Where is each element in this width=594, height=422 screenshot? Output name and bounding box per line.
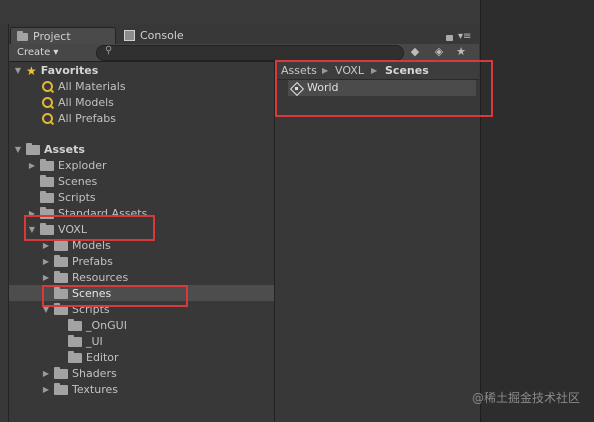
- folder-icon: [54, 255, 68, 267]
- tree-item-all-materials[interactable]: All Materials: [42, 79, 126, 95]
- tree-item-prefabs[interactable]: ▶ Prefabs: [42, 254, 113, 270]
- collapse-arrow-icon[interactable]: ▶: [28, 158, 36, 174]
- expand-arrow-icon[interactable]: ▼: [14, 63, 22, 79]
- highlight-box: [24, 215, 155, 241]
- search-filter-icon: [42, 81, 54, 93]
- tree-item-label: All Prefabs: [58, 112, 116, 125]
- folder-icon: [40, 191, 54, 203]
- search-filter-icon: [42, 97, 54, 109]
- tree-item-assets[interactable]: ▼ Assets: [14, 142, 85, 158]
- collapse-arrow-icon[interactable]: ▶: [42, 366, 50, 382]
- filter-by-label-icon[interactable]: ◈: [431, 45, 447, 59]
- tree-item-label: Scripts: [58, 191, 96, 204]
- watermark: @稀土掘金技术社区: [471, 391, 580, 405]
- tree-item-all-prefabs[interactable]: All Prefabs: [42, 111, 116, 127]
- tree-item-label: _OnGUI: [86, 319, 127, 332]
- tree-item-label: Editor: [86, 351, 119, 364]
- expand-arrow-icon[interactable]: ▼: [14, 142, 22, 158]
- tab-project-label: Project: [33, 30, 71, 43]
- tree-item-label: Favorites: [40, 64, 99, 77]
- folder-icon: [68, 319, 82, 331]
- tree-item-exploder[interactable]: ▶ Exploder: [28, 158, 107, 174]
- lock-icon[interactable]: [446, 31, 453, 44]
- tree-item-textures[interactable]: ▶ Textures: [42, 382, 118, 398]
- tab-project[interactable]: Project: [10, 27, 116, 45]
- search-filter-icon: [42, 113, 54, 125]
- folder-icon: [68, 351, 82, 363]
- highlight-box: [42, 285, 188, 307]
- collapse-arrow-icon[interactable]: ▶: [42, 382, 50, 398]
- folder-icon: [40, 175, 54, 187]
- search-icon: ⚲: [105, 45, 113, 56]
- collapse-arrow-icon[interactable]: ▶: [42, 270, 50, 286]
- tree-item-label: All Models: [58, 96, 114, 109]
- tree-item-all-models[interactable]: All Models: [42, 95, 114, 111]
- tree-item-resources[interactable]: ▶ Resources: [42, 270, 128, 286]
- highlight-box: [275, 60, 493, 117]
- tree-item-ongui[interactable]: _OnGUI: [68, 318, 127, 334]
- tree-item-label: Shaders: [72, 367, 117, 380]
- folder-icon: [17, 30, 28, 41]
- tree-item-label: Scenes: [58, 175, 98, 188]
- star-icon: ★: [26, 64, 37, 78]
- tab-console-label: Console: [140, 29, 184, 42]
- favorite-star-icon[interactable]: ★: [453, 45, 469, 59]
- tree-item-label: Resources: [72, 271, 129, 284]
- tree-item-editor[interactable]: Editor: [68, 350, 119, 366]
- folder-icon: [54, 239, 68, 251]
- folder-icon: [54, 271, 68, 283]
- tab-console[interactable]: Console: [118, 27, 210, 44]
- collapse-arrow-icon[interactable]: ▶: [42, 254, 50, 270]
- folder-icon: [54, 367, 68, 379]
- tree-item-label: All Materials: [58, 80, 126, 93]
- folder-icon: [68, 335, 82, 347]
- search-input[interactable]: [96, 45, 404, 61]
- right-panel: [480, 0, 594, 422]
- create-button[interactable]: Create ▾: [17, 46, 58, 60]
- tree-item-scenes[interactable]: Scenes: [40, 174, 97, 190]
- folder-icon: [26, 143, 40, 155]
- tree-item-label: _UI: [86, 335, 103, 348]
- tree-item-label: Exploder: [58, 159, 107, 172]
- tree-item-favorites[interactable]: ▼ ★ Favorites: [14, 63, 98, 79]
- panel-menu-icon[interactable]: ▾≡: [458, 31, 471, 42]
- tree-item-scripts[interactable]: Scripts: [40, 190, 96, 206]
- tree-item-label: Textures: [72, 383, 118, 396]
- console-icon: [124, 30, 135, 41]
- folder-icon: [40, 159, 54, 171]
- tree-item-ui[interactable]: _UI: [68, 334, 103, 350]
- tree-item-shaders[interactable]: ▶ Shaders: [42, 366, 117, 382]
- folder-icon: [54, 383, 68, 395]
- tree-item-label: Assets: [44, 143, 85, 156]
- filter-by-type-icon[interactable]: ◆: [407, 45, 423, 59]
- tree-item-label: Prefabs: [72, 255, 113, 268]
